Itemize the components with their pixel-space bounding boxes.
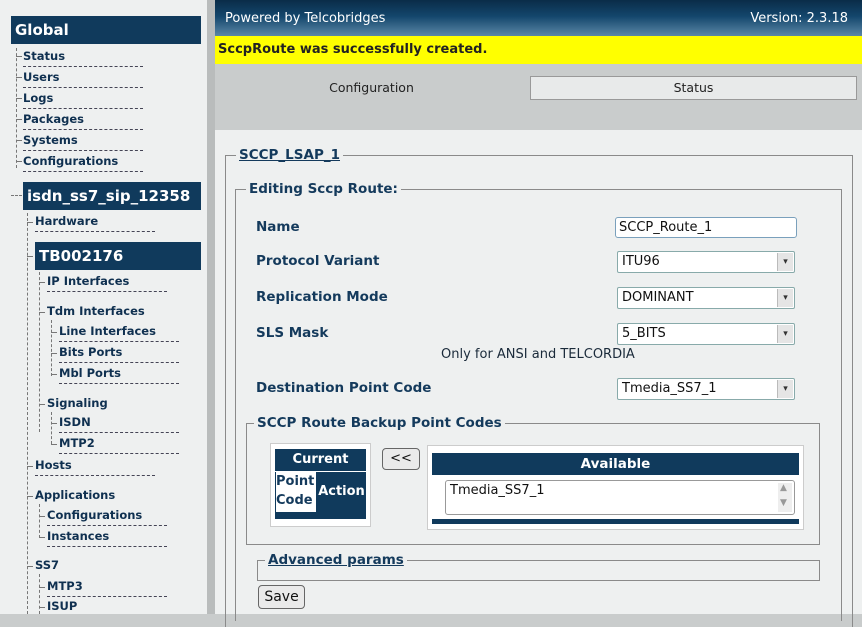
sidebar-item-users[interactable]: Users	[23, 70, 60, 84]
current-table: Current Point Code Action	[275, 449, 366, 519]
current-table-header: Current	[275, 449, 366, 472]
scroll-down-icon: ▼	[780, 498, 787, 508]
sidebar-item-hardware[interactable]: Hardware	[35, 214, 98, 228]
destination-point-code-value: Tmedia_SS7_1	[622, 381, 717, 396]
available-list[interactable]: Tmedia_SS7_1 ▲ ▼	[445, 480, 795, 515]
col-action: Action	[318, 472, 365, 512]
scroll-up-icon: ▲	[780, 483, 787, 493]
sidebar: Global Status Users Logs Packages System…	[0, 0, 207, 614]
sidebar-item-bits-ports[interactable]: Bits Ports	[59, 345, 122, 359]
sls-mask-label: SLS Mask	[256, 325, 329, 341]
protocol-variant-value: ITU96	[622, 254, 660, 269]
replication-mode-value: DOMINANT	[622, 290, 694, 305]
sls-mask-select[interactable]: 5_BITS ▾	[617, 323, 795, 345]
dropdown-arrow-icon: ▾	[777, 380, 793, 398]
name-label: Name	[256, 219, 300, 235]
tab-status[interactable]: Status	[530, 76, 857, 100]
sidebar-item-isdn[interactable]: ISDN	[59, 415, 91, 429]
sidebar-device-title[interactable]: TB002176	[35, 242, 201, 270]
dropdown-arrow-icon: ▾	[777, 253, 793, 271]
sidebar-item-tdm-interfaces[interactable]: Tdm Interfaces	[47, 304, 145, 318]
editing-legend: Editing Sccp Route:	[249, 181, 398, 197]
protocol-variant-select[interactable]: ITU96 ▾	[617, 251, 795, 273]
dropdown-arrow-icon: ▾	[777, 325, 793, 343]
sidebar-item-mtp2[interactable]: MTP2	[59, 436, 95, 450]
sidebar-item-status[interactable]: Status	[23, 49, 65, 63]
sccp-lsap-legend: SCCP_LSAP_1	[239, 147, 340, 163]
replication-mode-select[interactable]: DOMINANT ▾	[617, 287, 795, 309]
tab-configuration[interactable]: Configuration	[215, 76, 528, 114]
success-message: SccpRoute was successfully created.	[218, 42, 488, 57]
advanced-params-legend[interactable]: Advanced params	[265, 552, 407, 568]
available-table-wrap: Available Tmedia_SS7_1 ▲ ▼	[427, 445, 804, 530]
version-text: Version: 2.3.18	[750, 11, 848, 26]
current-table-wrap: Current Point Code Action	[270, 443, 371, 527]
sls-mask-note: Only for ANSI and TELCORDIA	[441, 347, 635, 362]
sidebar-item-configurations[interactable]: Configurations	[23, 154, 118, 168]
sidebar-item-ss7[interactable]: SS7	[35, 558, 59, 572]
sidebar-item-app-configurations[interactable]: Configurations	[47, 508, 142, 522]
save-button[interactable]: Save	[258, 585, 305, 609]
tab-bar: Configuration Status	[215, 64, 862, 130]
sidebar-scrollbar[interactable]	[207, 0, 215, 614]
destination-point-code-select[interactable]: Tmedia_SS7_1 ▾	[617, 378, 795, 400]
replication-mode-label: Replication Mode	[256, 289, 388, 305]
sidebar-item-ip-interfaces[interactable]: IP Interfaces	[47, 274, 129, 288]
sidebar-item-isup[interactable]: ISUP	[47, 599, 77, 613]
available-table-header: Available	[432, 453, 799, 475]
sidebar-item-instances[interactable]: Instances	[47, 529, 109, 543]
sidebar-item-packages[interactable]: Packages	[23, 112, 84, 126]
protocol-variant-label: Protocol Variant	[256, 253, 380, 269]
sls-mask-value: 5_BITS	[622, 326, 666, 341]
success-banner: SccpRoute was successfully created.	[215, 36, 862, 64]
sidebar-item-logs[interactable]: Logs	[23, 91, 53, 105]
name-input[interactable]	[615, 217, 797, 238]
powered-by-text: Powered by Telcobridges	[225, 11, 386, 26]
main-content: SCCP_LSAP_1 Editing Sccp Route: Name Pro…	[215, 130, 862, 627]
destination-point-code-label: Destination Point Code	[256, 380, 432, 396]
move-left-button[interactable]: <<	[382, 448, 420, 470]
sidebar-item-applications[interactable]: Applications	[35, 488, 115, 502]
sidebar-system-title[interactable]: isdn_ss7_sip_12358	[23, 182, 201, 210]
sidebar-item-hosts[interactable]: Hosts	[35, 458, 72, 472]
available-list-scrollbar[interactable]: ▲ ▼	[778, 483, 792, 512]
sidebar-item-line-interfaces[interactable]: Line Interfaces	[59, 324, 156, 338]
sidebar-item-signaling[interactable]: Signaling	[47, 396, 108, 410]
sidebar-item-mbl-ports[interactable]: Mbl Ports	[59, 366, 121, 380]
available-list-item[interactable]: Tmedia_SS7_1	[450, 483, 544, 498]
available-table-footer	[432, 519, 799, 524]
sidebar-global-title: Global	[11, 16, 201, 44]
top-banner: Powered by Telcobridges Version: 2.3.18	[215, 0, 862, 36]
sidebar-item-mtp3[interactable]: MTP3	[47, 579, 83, 593]
sidebar-item-systems[interactable]: Systems	[23, 133, 78, 147]
advanced-params-fieldset: Advanced params	[257, 552, 820, 581]
col-point-code: Point Code	[276, 472, 316, 512]
backup-point-codes-legend: SCCP Route Backup Point Codes	[257, 415, 502, 431]
dropdown-arrow-icon: ▾	[777, 289, 793, 307]
